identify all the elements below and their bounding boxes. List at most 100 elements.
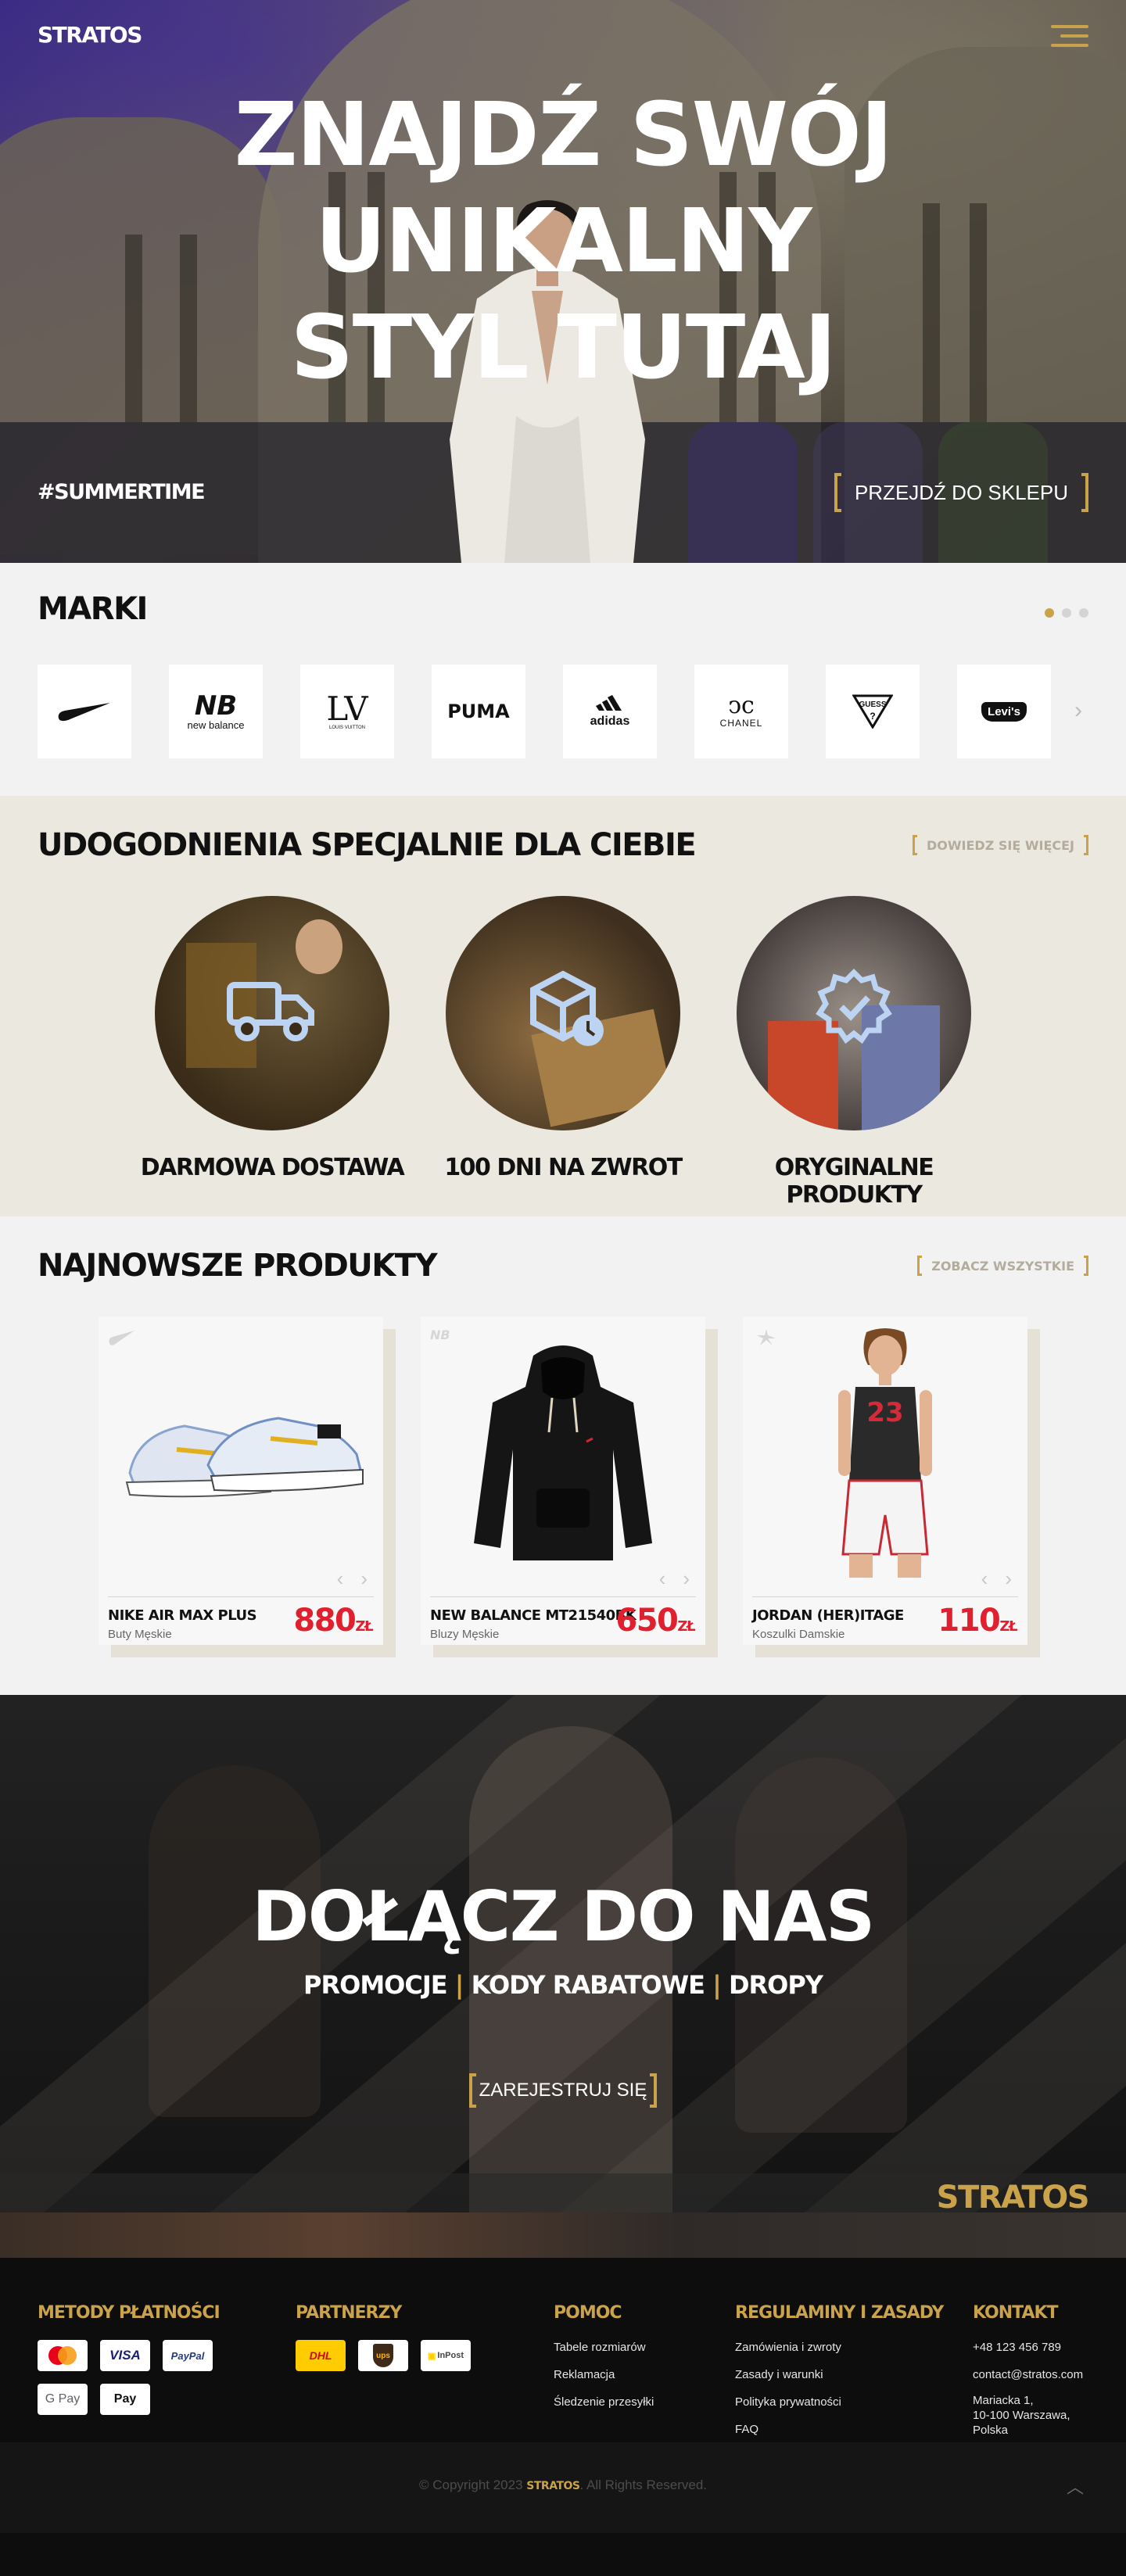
footer-phone[interactable]: +48 123 456 789 <box>973 2334 1083 2361</box>
back-to-top-chevron-icon[interactable]: ︿ <box>1067 2474 1084 2499</box>
box-clock-icon <box>530 970 604 1046</box>
product-card[interactable]: NB ‹ › NEW BALANCE MT21540BK Bluzy Męski… <box>421 1317 718 1657</box>
svg-text:23: 23 <box>866 1397 903 1428</box>
price-currency: zł <box>677 1618 695 1635</box>
footer-email[interactable]: contact@stratos.com <box>973 2361 1083 2388</box>
levis-logo-icon: Levi's <box>981 701 1027 722</box>
paypal-icon: PayPal <box>163 2340 213 2371</box>
footer-link-complaint[interactable]: Reklamacja <box>554 2361 654 2388</box>
adidas-stripes-icon <box>596 694 622 711</box>
site-logo[interactable]: STRATOS <box>38 22 142 48</box>
carousel-dot-active[interactable] <box>1045 608 1054 618</box>
copyright-suffix: . All Rights Reserved. <box>579 2477 707 2492</box>
footer-address-line2: 10-100 Warszawa, <box>973 2409 1070 2422</box>
card-body: NB ‹ › NEW BALANCE MT21540BK Bluzy Męski… <box>421 1317 705 1645</box>
brand-puma[interactable]: PUMA <box>432 665 525 758</box>
next-image-chevron-icon[interactable]: › <box>683 1567 690 1591</box>
image-arrows: ‹ › <box>659 1567 690 1591</box>
copyright-brand: STRATOS <box>526 2480 580 2492</box>
copyright-band: © Copyright 2023 STRATOS. All Rights Res… <box>0 2442 1126 2533</box>
footer-link-faq[interactable]: FAQ <box>735 2416 943 2443</box>
card-divider <box>108 1596 374 1597</box>
brands-title: MARKI <box>38 591 148 627</box>
benefit-label: DARMOWA DOSTAWA <box>140 1154 405 1181</box>
join-drops: DROPY <box>728 1970 823 2000</box>
product-card[interactable]: 23 ‹ › JORDAN (HER)ITAGE Koszulki Damski… <box>743 1317 1040 1657</box>
brand-adidas[interactable]: adidas <box>563 665 657 758</box>
learn-more-link[interactable]: DOWIEDZ SIĘ WIĘCEJ <box>913 835 1088 855</box>
apple-pay-icon: Pay <box>100 2384 150 2415</box>
footer-link-privacy[interactable]: Polityka prywatności <box>735 2388 943 2416</box>
new-balance-logo-icon: NB new balance <box>187 690 245 731</box>
footer-partners: PARTNERZY DHL ups ▣ InPost <box>296 2303 471 2371</box>
bracket-left <box>834 473 841 512</box>
card-divider <box>430 1596 696 1597</box>
prev-image-chevron-icon[interactable]: ‹ <box>659 1567 666 1591</box>
product-card[interactable]: ‹ › NIKE AIR MAX PLUS Buty Męskie 880zł <box>99 1317 396 1657</box>
bracket-left <box>913 835 917 855</box>
benefits-title: UDOGODNIENIA SPECJALNIE DLA CIEBIE <box>38 827 697 863</box>
brand-louis-vuitton[interactable]: LV LOUIS VUITTON <box>300 665 394 758</box>
footer-contact-title: KONTAKT <box>973 2303 1059 2323</box>
price-value: 110 <box>938 1603 1001 1639</box>
hero-arch-deco <box>688 422 798 563</box>
product-image-sneakers <box>125 1417 364 1498</box>
site-footer: METODY PŁATNOŚCI VISA PayPal G Pay Pay P… <box>0 2258 1126 2533</box>
benefit-label: ORYGINALNE PRODUKTY <box>774 1154 934 1209</box>
new-balance-logo-icon: NB <box>430 1327 450 1342</box>
jordan-logo-icon <box>757 1329 776 1345</box>
register-button[interactable]: ZAREJESTRUJ SIĘ <box>469 2073 657 2108</box>
join-subtitle: PROMOCJE | KODY RABATOWE | DROPY <box>0 1970 1126 2000</box>
see-all-link[interactable]: ZOBACZ WSZYSTKIE <box>917 1256 1088 1276</box>
prev-image-chevron-icon[interactable]: ‹ <box>981 1567 988 1591</box>
price-currency: zł <box>355 1618 373 1635</box>
brands-carousel-dots <box>1045 608 1088 618</box>
product-price: 110zł <box>938 1603 1017 1639</box>
carousel-dot[interactable] <box>1062 608 1071 618</box>
bracket-right <box>1081 473 1088 512</box>
join-separator: | <box>454 1970 464 2000</box>
brands-next-chevron-icon[interactable]: › <box>1074 697 1082 724</box>
footer-link-tracking[interactable]: Śledzenie przesyłki <box>554 2388 654 2416</box>
join-title: DOŁĄCZ DO NAS <box>252 1876 875 1957</box>
join-floor-band <box>0 2212 1126 2258</box>
benefits-section: UDOGODNIENIA SPECJALNIE DLA CIEBIE DOWIE… <box>0 796 1126 1216</box>
next-image-chevron-icon[interactable]: › <box>360 1567 368 1591</box>
bracket-left <box>917 1256 923 1276</box>
brand-nike[interactable] <box>38 665 131 758</box>
learn-more-label: DOWIEDZ SIĘ WIĘCEJ <box>927 837 1074 853</box>
image-arrows: ‹ › <box>337 1567 368 1591</box>
brand-logo-row: NB new balance LV LOUIS VUITTON PUMA adi… <box>38 665 1051 758</box>
footer-rules-title: REGULAMINY I ZASADY <box>735 2303 944 2323</box>
brand-chanel[interactable]: ↄc CHANEL <box>694 665 788 758</box>
partner-logos: DHL ups ▣ InPost <box>296 2340 471 2371</box>
hero-headline-line2: STYL TUTAJ <box>290 297 837 399</box>
bracket-right <box>1084 835 1088 855</box>
product-name: NEW BALANCE MT21540BK <box>430 1607 637 1624</box>
footer-payments-title: METODY PŁATNOŚCI <box>38 2303 221 2323</box>
footer-link-terms[interactable]: Zasady i warunki <box>735 2361 943 2388</box>
footer-link-size-tables[interactable]: Tabele rozmiarów <box>554 2334 654 2361</box>
hamburger-menu-icon[interactable] <box>1051 23 1088 48</box>
footer-link-orders-returns[interactable]: Zamówienia i zwroty <box>735 2334 943 2361</box>
carousel-dot[interactable] <box>1079 608 1088 618</box>
next-image-chevron-icon[interactable]: › <box>1005 1567 1012 1591</box>
see-all-label: ZOBACZ WSZYSTKIE <box>931 1258 1074 1274</box>
bracket-right <box>650 2073 657 2108</box>
prev-image-chevron-icon[interactable]: ‹ <box>337 1567 344 1591</box>
footer-payments: METODY PŁATNOŚCI VISA PayPal G Pay Pay <box>38 2303 221 2415</box>
join-promo: PROMOCJE <box>303 1970 448 2000</box>
products-title: NAJNOWSZE PRODUKTY <box>38 1248 438 1284</box>
brand-new-balance[interactable]: NB new balance <box>169 665 263 758</box>
benefit-label: 100 DNI NA ZWROT <box>444 1154 683 1181</box>
go-to-shop-button[interactable]: PRZEJDŹ DO SKLEPU <box>834 473 1088 512</box>
brand-guess[interactable]: GUESS ? <box>826 665 920 758</box>
person-shape <box>296 919 342 974</box>
join-section: DOŁĄCZ DO NAS PROMOCJE | KODY RABATOWE |… <box>0 1695 1126 2258</box>
brand-label-guess: GUESS <box>859 700 886 709</box>
bracket-right <box>1084 1256 1088 1276</box>
join-watermark-logo: STRATOS <box>936 2180 1090 2216</box>
price-value: 650 <box>615 1603 679 1639</box>
brand-levis[interactable]: Levi's <box>957 665 1051 758</box>
product-category: Koszulki Damskie <box>752 1628 845 1641</box>
